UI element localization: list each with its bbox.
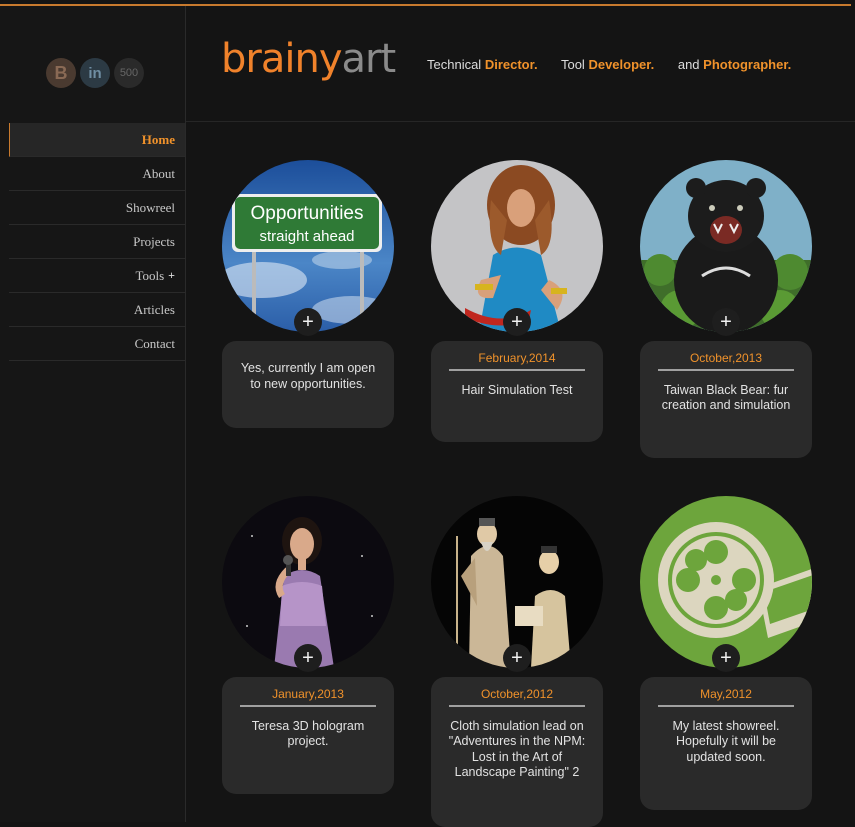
sign-line-1: Opportunities (250, 203, 363, 224)
card-text: Taiwan Black Bear: fur creation and simu… (661, 382, 791, 413)
card-thumbnail-black-bear[interactable] (640, 160, 812, 332)
card-thumbnail-opportunities[interactable]: Opportunities straight ahead (222, 160, 394, 332)
card-caption: January,2013 Teresa 3D hologram project. (222, 677, 394, 794)
sign-line-2: straight ahead (259, 228, 354, 245)
tagline-role: Technical Director. (427, 57, 538, 72)
nav-item-articles[interactable]: Articles (9, 293, 185, 327)
card-text: Teresa 3D hologram project. (251, 718, 365, 749)
card-caption: Yes, currently I am open to new opportun… (222, 341, 394, 428)
card-text: Hair Simulation Test (461, 382, 573, 397)
card-thumbnail-singer-hologram[interactable] (222, 496, 394, 668)
nav-item-about[interactable]: About (9, 157, 185, 191)
expand-plus-icon[interactable]: + (712, 308, 740, 336)
site-logo[interactable]: brainyart (221, 34, 396, 84)
card-text: My latest showreel. Hopefully it will be… (672, 718, 780, 764)
tagline-highlight: Director. (484, 57, 538, 72)
tagline-prefix: Technical (427, 57, 482, 72)
tagline-prefix: and (677, 57, 700, 72)
expand-plus-icon[interactable]: + (503, 308, 531, 336)
blogger-icon[interactable]: B (46, 58, 76, 88)
linkedin-icon[interactable]: in (80, 58, 110, 88)
nav-item-contact[interactable]: Contact (9, 327, 185, 361)
card-text: Cloth simulation lead on "Adventures in … (448, 718, 586, 780)
nav-label: Articles (133, 301, 175, 317)
expand-plus-icon[interactable]: + (503, 644, 531, 672)
card-thumbnail-hair-simulation[interactable] (431, 160, 603, 332)
expand-plus-icon[interactable]: + (712, 644, 740, 672)
tagline-role: Tool Developer. (561, 57, 654, 72)
social-links: B in 500 (46, 58, 144, 88)
card-date: October,2013 (658, 351, 794, 371)
card-date: May,2012 (658, 687, 794, 707)
nav-item-projects[interactable]: Projects (9, 225, 185, 259)
card-text: Yes, currently I am open to new opportun… (240, 361, 376, 391)
card-thumbnail-film-reel[interactable] (640, 496, 812, 668)
nav-label: Projects (133, 233, 175, 249)
tagline-prefix: Tool (560, 57, 585, 72)
nav-label: Tools (135, 267, 165, 283)
nav-item-showreel[interactable]: Showreel (9, 191, 185, 225)
card-thumbnail-ancient-figures[interactable] (431, 496, 603, 668)
card-caption: May,2012 My latest showreel. Hopefully i… (640, 677, 812, 810)
nav-label: Home (141, 131, 175, 147)
nav-item-tools[interactable]: Tools + (9, 259, 185, 293)
nav-label: Contact (134, 335, 175, 351)
tagline-highlight: Developer. (588, 57, 655, 72)
nav-label: About (142, 165, 176, 181)
tagline-role: and Photographer. (678, 57, 791, 72)
500px-icon[interactable]: 500 (114, 58, 144, 88)
card-date: February,2014 (449, 351, 585, 371)
tagline: Technical Director. Tool Developer. and … (427, 57, 811, 72)
logo-text-secondary: art (341, 36, 396, 82)
expand-plus-icon[interactable]: + (168, 268, 175, 283)
expand-plus-icon[interactable]: + (294, 308, 322, 336)
main-nav: Home About Showreel Projects Tools + Arti… (9, 123, 185, 361)
nav-label: Showreel (125, 199, 175, 215)
tagline-highlight: Photographer. (703, 57, 792, 72)
card-date: October,2012 (449, 687, 585, 707)
sidebar: B in 500 Home About Showreel Projects To… (0, 6, 186, 822)
card-caption: October,2013 Taiwan Black Bear: fur crea… (640, 341, 812, 458)
expand-plus-icon[interactable]: + (294, 644, 322, 672)
card-caption: February,2014 Hair Simulation Test (431, 341, 603, 442)
nav-item-home[interactable]: Home (9, 123, 185, 157)
card-caption: October,2012 Cloth simulation lead on "A… (431, 677, 603, 827)
card-date: January,2013 (240, 687, 376, 707)
header: brainyart Technical Director. Tool Devel… (186, 6, 855, 122)
logo-text-primary: brainy (221, 36, 342, 82)
